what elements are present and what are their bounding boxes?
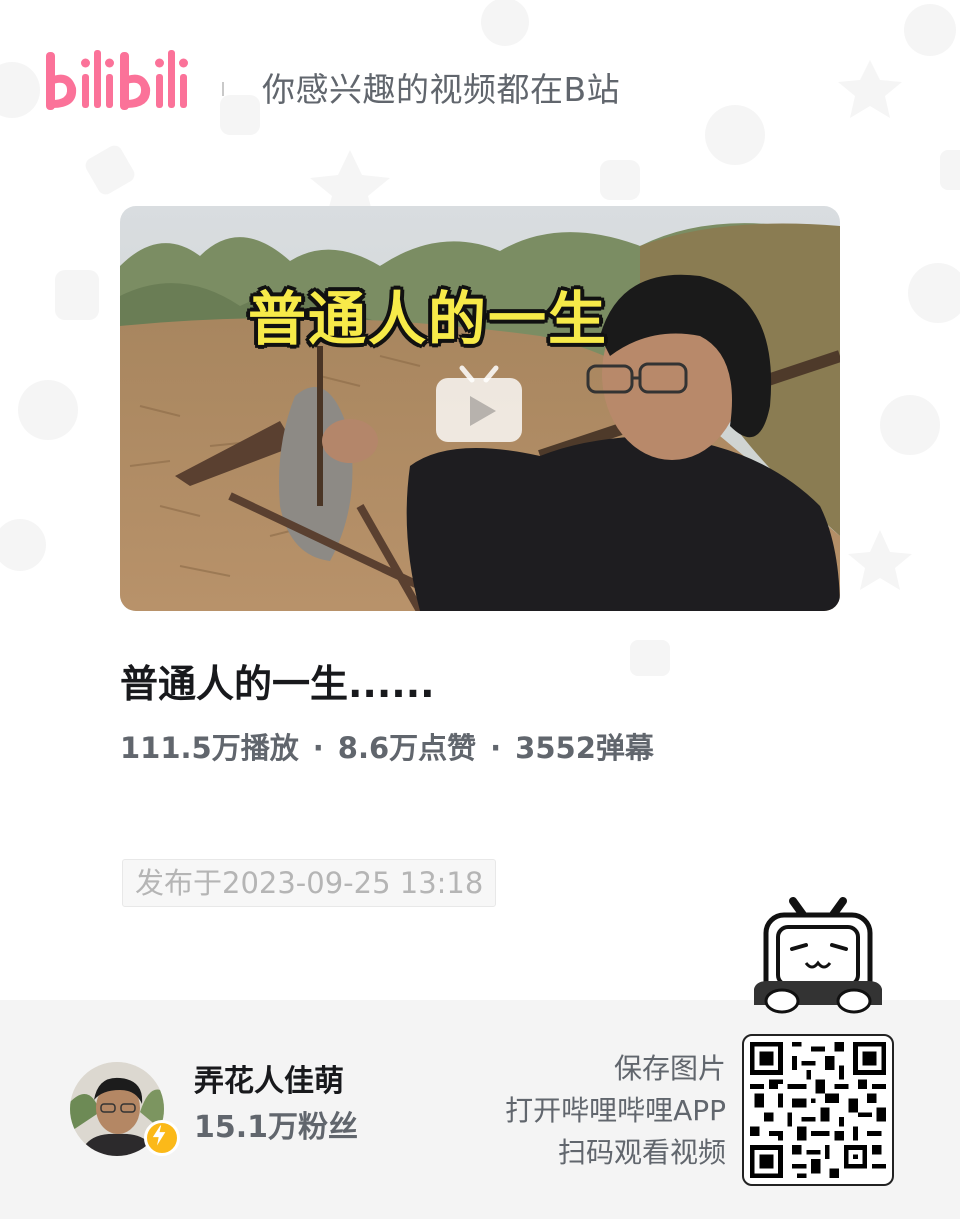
tv-mascot-icon: [754, 897, 882, 1014]
verified-lightning-icon: [144, 1120, 180, 1156]
separator: ·: [312, 731, 324, 765]
publish-date: 发布于2023-09-25 13:18: [122, 859, 497, 907]
bilibili-logo[interactable]: [44, 44, 194, 120]
cta-line-open-app: 打开哔哩哔哩APP: [505, 1094, 726, 1127]
uploader-name[interactable]: 弄花人佳萌: [194, 1062, 344, 1102]
cta-line-scan: 扫码观看视频: [557, 1136, 726, 1169]
video-thumbnail[interactable]: 普通人的一生: [120, 206, 840, 611]
thumbnail-caption: 普通人的一生: [248, 285, 609, 353]
view-count: 111.5万播放: [120, 731, 299, 765]
separator: ·: [490, 731, 502, 765]
danmaku-count: 3552弹幕: [515, 731, 654, 765]
qr-code[interactable]: [742, 1034, 894, 1186]
video-stats: 111.5万播放 · 8.6万点赞 · 3552弹幕: [120, 726, 654, 770]
footer: 弄花人佳萌 15.1万粉丝 保存图片 打开哔哩哔哩APP 扫码观看视频: [0, 1000, 960, 1219]
fan-count: 15.1万粉丝: [194, 1110, 359, 1145]
like-count: 8.6万点赞: [337, 731, 477, 765]
video-title[interactable]: 普通人的一生......: [120, 654, 435, 714]
cta-text: 保存图片 打开哔哩哔哩APP 扫码观看视频: [505, 1048, 726, 1174]
play-icon[interactable]: [434, 364, 524, 444]
cta-line-save: 保存图片: [613, 1052, 726, 1085]
tagline: 你感兴趣的视频都在B站: [262, 70, 621, 109]
qr-code-image: [750, 1042, 886, 1178]
